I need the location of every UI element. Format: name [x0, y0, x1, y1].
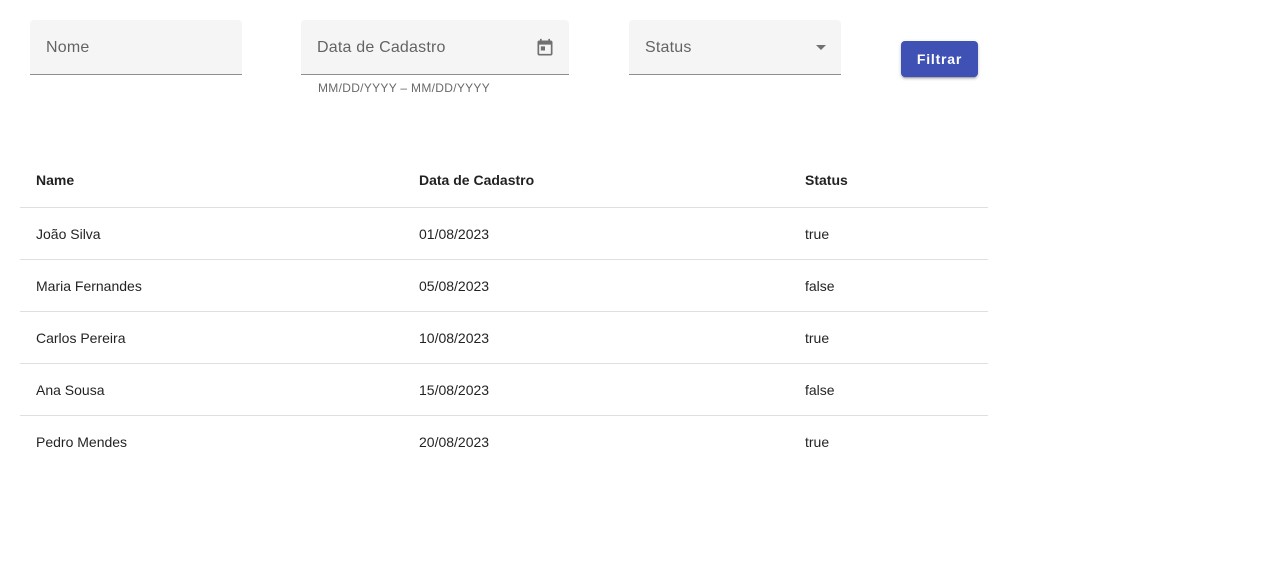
table-row[interactable]: Carlos Pereira 10/08/2023 true	[20, 312, 988, 364]
cell-status: false	[805, 277, 835, 294]
cell-data-cadastro: 20/08/2023	[419, 434, 490, 450]
cell-name: Pedro Mendes	[36, 434, 128, 450]
cell-data-cadastro: 01/08/2023	[419, 225, 490, 242]
results-table: Name Data de Cadastro Status João Silva …	[20, 152, 988, 468]
cell-data-cadastro: 15/08/2023	[419, 381, 490, 398]
data-cadastro-label: Data de Cadastro	[317, 39, 446, 56]
status-label: Status	[645, 39, 692, 56]
calendar-icon[interactable]	[535, 37, 555, 59]
cell-status: true	[805, 434, 830, 450]
dropdown-arrow-icon	[816, 45, 826, 50]
cell-status: true	[805, 225, 830, 242]
cell-data-cadastro: 05/08/2023	[419, 277, 490, 294]
cell-status: true	[805, 329, 830, 346]
table-header-row: Name Data de Cadastro Status	[20, 152, 988, 208]
table-row[interactable]: Maria Fernandes 05/08/2023 false	[20, 260, 988, 312]
cell-name: Ana Sousa	[36, 381, 105, 398]
status-select[interactable]: Status	[629, 20, 841, 75]
date-range-hint: MM/DD/YYYY – MM/DD/YYYY	[318, 81, 491, 95]
cell-status: false	[805, 381, 835, 398]
column-header-data-cadastro[interactable]: Data de Cadastro	[419, 152, 534, 207]
table-row[interactable]: Ana Sousa 15/08/2023 false	[20, 364, 988, 416]
page: Nome Data de Cadastro MM/DD/YYYY – MM/DD…	[0, 0, 1286, 568]
cell-name: Maria Fernandes	[36, 277, 142, 294]
table-row[interactable]: João Silva 01/08/2023 true	[20, 208, 988, 260]
table-row[interactable]: Pedro Mendes 20/08/2023 true	[20, 416, 988, 468]
data-cadastro-input[interactable]: Data de Cadastro	[301, 20, 569, 75]
cell-name: João Silva	[36, 225, 101, 242]
cell-data-cadastro: 10/08/2023	[419, 329, 490, 346]
column-header-name[interactable]: Name	[36, 152, 74, 207]
column-header-status[interactable]: Status	[805, 152, 848, 207]
cell-name: Carlos Pereira	[36, 329, 126, 346]
nome-label: Nome	[46, 39, 90, 56]
filter-button[interactable]: Filtrar	[901, 41, 978, 77]
nome-input[interactable]: Nome	[30, 20, 242, 75]
